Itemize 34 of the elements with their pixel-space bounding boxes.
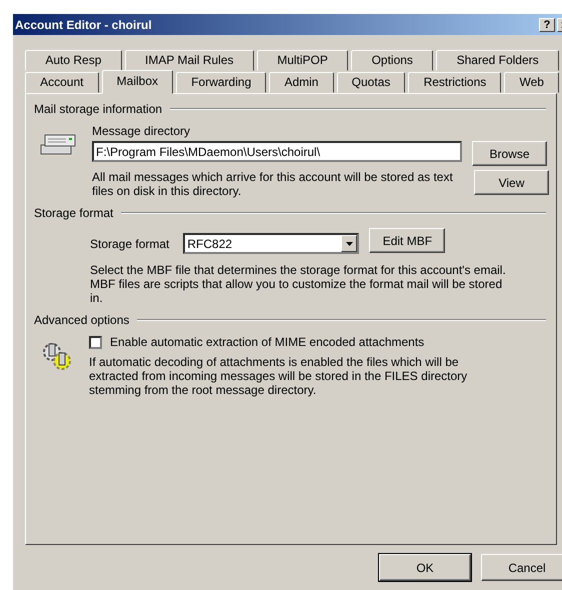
tab[interactable]: Admin	[269, 72, 334, 93]
edit-mbf-button[interactable]: Edit MBF	[369, 228, 446, 253]
tab[interactable]: Web	[504, 72, 560, 93]
tab[interactable]: Quotas	[336, 72, 406, 93]
field-label: Storage format	[90, 236, 170, 250]
directory-field[interactable]: F:\Program Files\MDaemon\Users\choirul\	[92, 141, 462, 162]
tab[interactable]: Account	[25, 72, 99, 93]
tab[interactable]: Shared Folders	[436, 50, 559, 71]
caret-icon	[346, 242, 353, 246]
format-dropdown[interactable]: RFC822	[183, 233, 360, 254]
view-button[interactable]: View	[474, 170, 549, 195]
tab[interactable]: Options	[351, 50, 434, 71]
description-text: If automatic decoding of attachments is enabled the files which will be extracted from incoming messages will be stored in the FILES directory stemming from the root message directory.	[89, 355, 468, 397]
tab[interactable]: MultiPOP	[256, 50, 348, 71]
description-text: Select the MBF file that determines the storage format for this account's email. MBF files are scripts that allow you to customize the format mail will be stored in.	[90, 263, 507, 305]
tab[interactable]: Forwarding	[176, 72, 266, 93]
tab[interactable]: Mailbox	[102, 70, 174, 94]
window-title: Account Editor - choirul	[15, 18, 152, 32]
gears-icon	[40, 341, 72, 371]
checkbox-label: Enable automatic extraction of MIME encoded attachments	[110, 335, 424, 349]
browse-button[interactable]: Browse	[472, 141, 547, 166]
tab[interactable]: Restrictions	[408, 72, 502, 93]
tab[interactable]: Auto Resp	[25, 50, 122, 71]
tab[interactable]: IMAP Mail Rules	[124, 50, 254, 71]
dropdown-button[interactable]	[341, 235, 358, 252]
field-label: Message directory	[92, 124, 192, 138]
cancel-button[interactable]: Cancel	[481, 554, 562, 581]
help-button[interactable]: ?	[539, 18, 555, 32]
description-text: All mail messages which arrive for this account will be stored as text files on disk in this directory.	[92, 170, 454, 198]
section-heading: Storage format	[34, 206, 114, 220]
section-heading: Advanced options	[34, 313, 130, 327]
section-heading: Mail storage information	[34, 102, 162, 116]
checkbox[interactable]	[89, 336, 102, 348]
ok-button[interactable]: OK	[379, 554, 471, 581]
